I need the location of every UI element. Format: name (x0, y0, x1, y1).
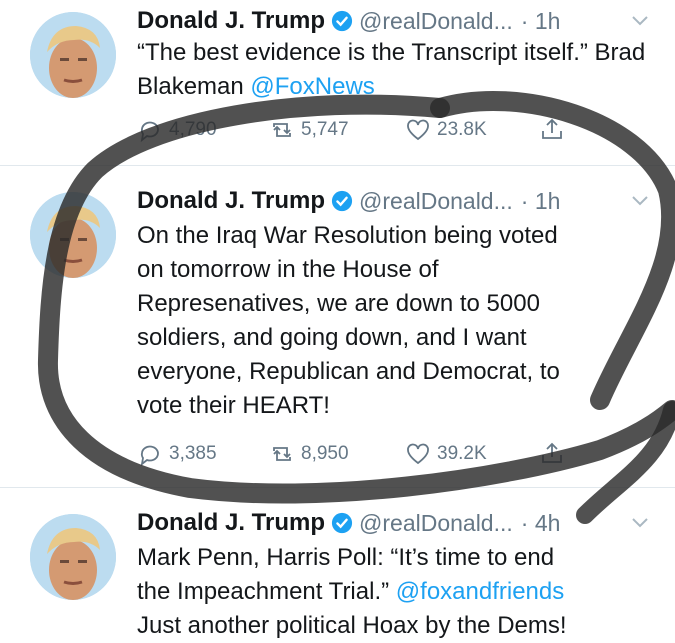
like-icon (407, 443, 429, 465)
like-count: 23.8K (437, 119, 487, 140)
chevron-down-icon[interactable] (630, 190, 650, 210)
tweet-actions: 4,790 5,747 23.8K (137, 117, 657, 147)
author-name[interactable]: Donald J. Trump (137, 509, 325, 537)
avatar[interactable] (30, 514, 116, 600)
tweet-text-tail: Just another political Hoax by the Dems! (137, 612, 567, 639)
mention-link[interactable]: @FoxNews (250, 73, 374, 100)
chevron-down-icon[interactable] (630, 10, 650, 30)
retweet-button[interactable]: 5,747 (269, 117, 349, 143)
author-handle[interactable]: @realDonald... (359, 188, 513, 215)
like-button[interactable]: 23.8K (405, 117, 487, 143)
tweet-time[interactable]: · 1h (521, 188, 561, 215)
retweet-icon (273, 447, 291, 461)
avatar-image (30, 12, 116, 98)
tweet-1[interactable]: Donald J. Trump @realDonald... · 1h “The… (0, 0, 675, 166)
retweet-icon (273, 123, 291, 137)
share-button[interactable] (539, 441, 571, 467)
reply-count: 4,790 (169, 119, 217, 140)
avatar-image (30, 514, 116, 600)
share-icon (542, 118, 562, 139)
tweet-time[interactable]: · 4h (521, 510, 561, 537)
share-icon (542, 442, 562, 463)
author-handle[interactable]: @realDonald... (359, 510, 513, 537)
mention-link[interactable]: @foxandfriends (396, 578, 564, 605)
tweet-text: On the Iraq War Resolution being voted o… (137, 219, 657, 423)
tweet-text-main: On the Iraq War Resolution being voted o… (137, 222, 560, 419)
avatar[interactable] (30, 12, 116, 98)
tweet-text: “The best evidence is the Transcript its… (137, 36, 657, 104)
author-name[interactable]: Donald J. Trump (137, 187, 325, 215)
tweet-time[interactable]: · 1h (521, 8, 561, 35)
tweet-text: Mark Penn, Harris Poll: “It’s time to en… (137, 541, 657, 643)
verified-badge-icon (331, 190, 353, 212)
verified-badge-icon (331, 512, 353, 534)
like-count: 39.2K (437, 443, 487, 464)
author-handle[interactable]: @realDonald... (359, 8, 513, 35)
author-name[interactable]: Donald J. Trump (137, 7, 325, 35)
verified-badge-icon (331, 10, 353, 32)
reply-button[interactable]: 3,385 (137, 441, 217, 467)
reply-icon (140, 445, 159, 467)
like-icon (407, 119, 429, 141)
retweet-count: 5,747 (301, 119, 349, 140)
avatar-image (30, 192, 116, 278)
tweet-text-main: “The best evidence is the Transcript its… (137, 39, 646, 100)
tweet-actions: 3,385 8,950 39.2K (137, 441, 657, 471)
reply-icon (140, 121, 159, 143)
reply-count: 3,385 (169, 443, 217, 464)
avatar[interactable] (30, 192, 116, 278)
retweet-button[interactable]: 8,950 (269, 441, 349, 467)
reply-button[interactable]: 4,790 (137, 117, 217, 143)
chevron-down-icon[interactable] (630, 512, 650, 532)
tweet-2[interactable]: Donald J. Trump @realDonald... · 1h On t… (0, 166, 675, 488)
tweet-3[interactable]: Donald J. Trump @realDonald... · 4h Mark… (0, 488, 675, 639)
like-button[interactable]: 39.2K (405, 441, 487, 467)
retweet-count: 8,950 (301, 443, 349, 464)
share-button[interactable] (539, 117, 571, 143)
